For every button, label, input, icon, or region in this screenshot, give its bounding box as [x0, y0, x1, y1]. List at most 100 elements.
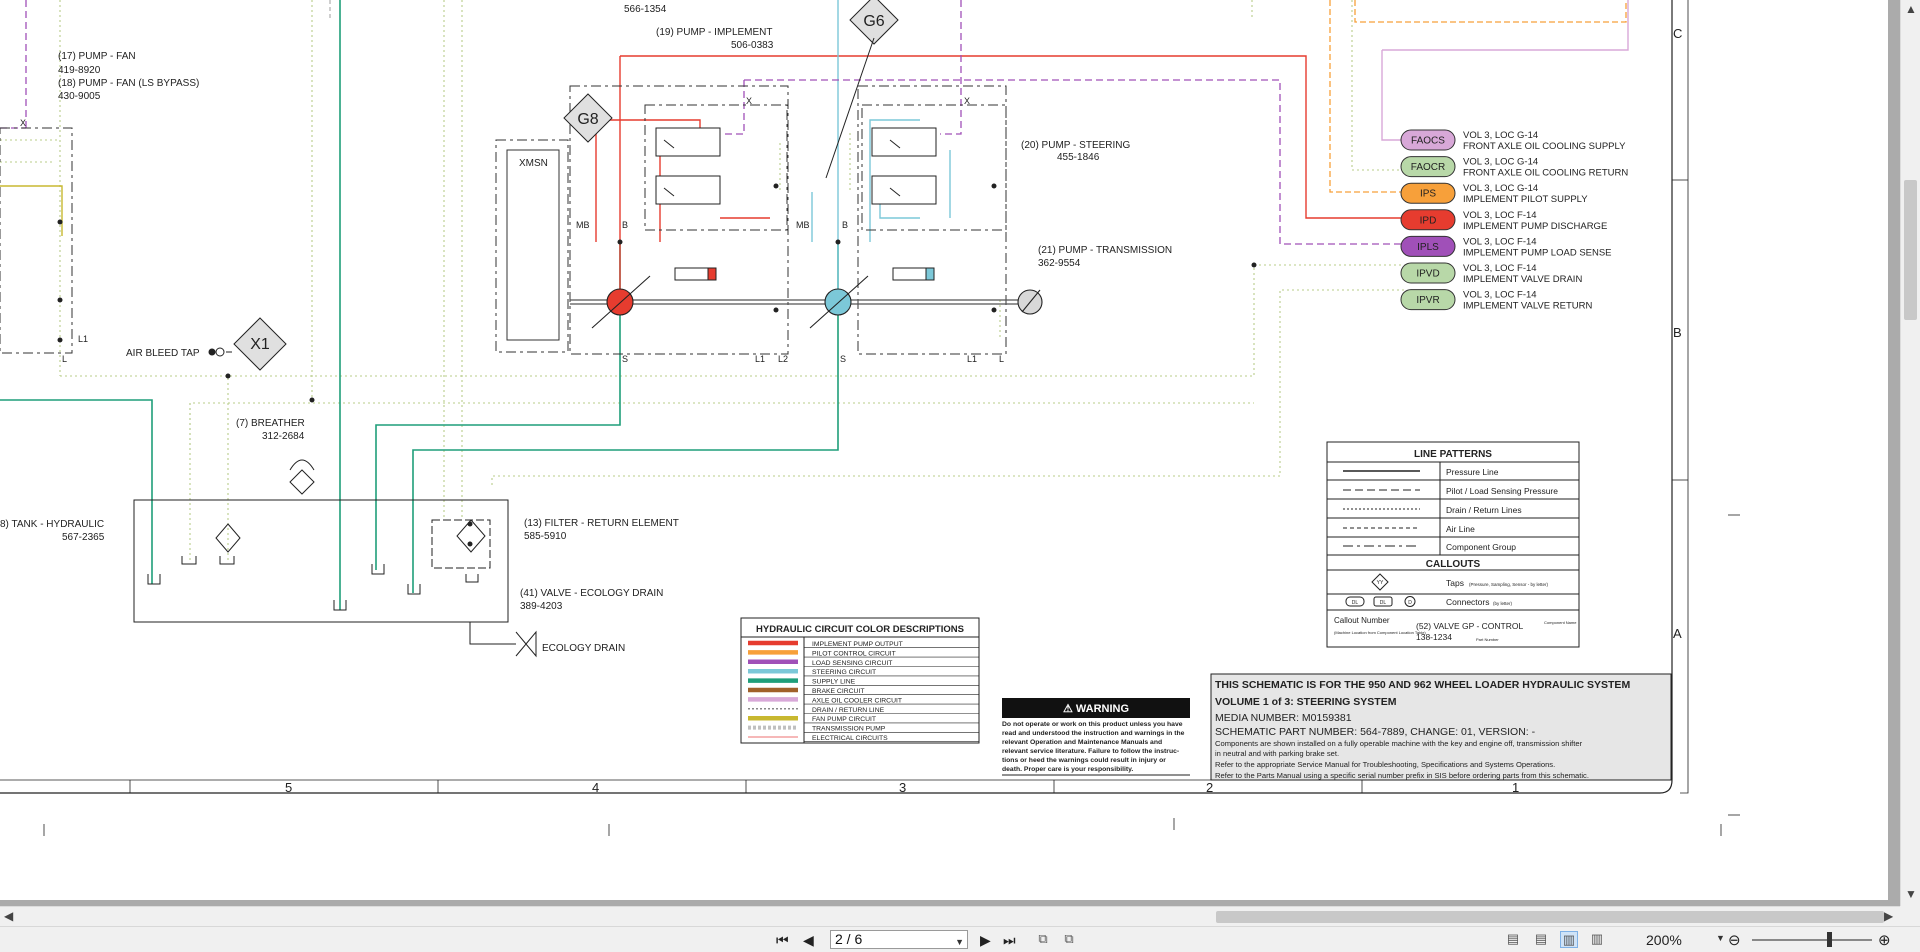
- label-ecology-drain: ECOLOGY DRAIN: [542, 643, 625, 654]
- zoom-in-icon[interactable]: ⊕: [1878, 931, 1891, 949]
- chevron-down-icon[interactable]: ▼: [1716, 933, 1725, 943]
- first-page-button[interactable]: ⏮: [776, 933, 789, 947]
- connector-location: VOL 3, LOC F-14: [1463, 263, 1537, 274]
- label-pump-steering: (20) PUMP - STEERING: [1021, 140, 1130, 151]
- color-desc-label: FAN PUMP CIRCUIT: [812, 716, 876, 723]
- connector-description: FRONT AXLE OIL COOLING RETURN: [1463, 168, 1628, 179]
- connector-list: FAOCS VOL 3, LOC G-14 FRONT AXLE OIL COOLI…: [1400, 129, 1628, 312]
- connector-description: IMPLEMENT VALVE RETURN: [1463, 301, 1592, 312]
- svg-text:Taps: Taps: [1446, 578, 1464, 588]
- callout-g8: G8: [577, 111, 598, 128]
- label-pump-fan-bypass: (18) PUMP - FAN (LS BYPASS): [58, 78, 199, 89]
- svg-text:Refer to the appropriate Servi: Refer to the appropriate Service Manual …: [1215, 760, 1555, 769]
- title-block: THIS SCHEMATIC IS FOR THE 950 AND 962 WH…: [1210, 673, 1672, 781]
- label-pump-fan-part: 419-8920: [58, 65, 101, 76]
- pump-shaft: [570, 299, 1030, 305]
- svg-text:B: B: [622, 220, 628, 230]
- vertical-scroll-thumb[interactable]: [1904, 180, 1917, 320]
- hydraulic-tank: [133, 459, 537, 658]
- color-desc-label: SUPPLY LINE: [812, 679, 856, 686]
- horizontal-scrollbar[interactable]: ◀ ▶: [0, 906, 1900, 926]
- valve-blocks: [655, 127, 937, 281]
- single-page-view-icon[interactable]: ▤: [1504, 931, 1522, 948]
- grid-col-4: 4: [592, 780, 599, 795]
- warning-box: ⚠ WARNING Do not operate or work on this…: [1002, 698, 1190, 776]
- svg-text:Part Number: Part Number: [1476, 637, 1499, 642]
- copy-icon[interactable]: ⧉: [1034, 931, 1052, 948]
- air-bleed-tap: [208, 347, 232, 357]
- color-descriptions-legend: HYDRAULIC CIRCUIT COLOR DESCRIPTIONS IMP…: [740, 617, 980, 744]
- connector-faocr: FAOCR VOL 3, LOC G-14FRONT AXLE OIL COOLI…: [1400, 156, 1628, 179]
- svg-text:L2: L2: [778, 354, 788, 364]
- title-line2: VOLUME 1 of 3: STEERING SYSTEM: [1215, 696, 1397, 708]
- svg-text:CALLOUTS: CALLOUTS: [1426, 559, 1481, 570]
- svg-text:L: L: [999, 354, 1004, 364]
- svg-text:Pressure Line: Pressure Line: [1446, 467, 1499, 477]
- label-pump-fan: (17) PUMP - FAN: [58, 51, 136, 62]
- connector-description: IMPLEMENT PILOT SUPPLY: [1463, 194, 1588, 205]
- connector-location: VOL 3, LOC F-14: [1463, 290, 1537, 301]
- svg-text:Component Group: Component Group: [1446, 542, 1516, 552]
- svg-text:Do not operate or work on this: Do not operate or work on this product u…: [1002, 721, 1183, 728]
- line-patterns-legend: LINE PATTERNS Pressure Line Pilot / Load…: [1326, 441, 1580, 648]
- pumps: [591, 275, 1043, 329]
- last-page-button[interactable]: ⏭: [1003, 933, 1016, 947]
- color-desc-label: LOAD SENSING CIRCUIT: [812, 660, 892, 667]
- previous-page-button[interactable]: ◀: [803, 933, 814, 947]
- junction-dots: [57, 183, 1257, 547]
- grid-row-c: C: [1673, 26, 1682, 41]
- next-page-button[interactable]: ▶: [980, 933, 991, 947]
- continuous-facing-view-icon[interactable]: ▥: [1588, 931, 1606, 948]
- scroll-left-icon[interactable]: ◀: [4, 910, 13, 922]
- connector-description: IMPLEMENT PUMP LOAD SENSE: [1463, 247, 1612, 258]
- svg-text:X: X: [964, 96, 970, 106]
- facing-view-icon[interactable]: ▥: [1560, 931, 1578, 948]
- color-desc-label: PILOT CONTROL CIRCUIT: [812, 650, 896, 657]
- connector-ipvd: IPVD VOL 3, LOC F-14IMPLEMENT VALVE DRAIN: [1400, 262, 1582, 285]
- grid-col-5: 5: [285, 780, 292, 795]
- connector-location: VOL 3, LOC F-14: [1463, 236, 1537, 247]
- vertical-scrollbar[interactable]: ▲ ▼: [1900, 0, 1920, 906]
- connector-ipd: IPD VOL 3, LOC F-14IMPLEMENT PUMP DISCHAR…: [1400, 209, 1607, 232]
- chevron-down-icon[interactable]: ▼: [955, 934, 964, 951]
- top-part-number: 566-1354: [624, 4, 667, 15]
- zoom-slider-track[interactable]: [1752, 939, 1872, 941]
- svg-text:relevant Operation and Mainten: relevant Operation and Maintenance Manua…: [1002, 739, 1162, 746]
- grid-col-1: 1: [1512, 780, 1519, 795]
- scroll-right-icon[interactable]: ▶: [1884, 910, 1893, 922]
- svg-text:(Machine Location from Compone: (Machine Location from Component Locatio…: [1334, 630, 1426, 635]
- connector-location: VOL 3, LOC G-14: [1463, 130, 1538, 141]
- connector-ipls: IPLS VOL 3, LOC F-14IMPLEMENT PUMP LOAD S…: [1400, 235, 1612, 258]
- page-indicator: 2 / 6: [835, 931, 863, 947]
- scroll-down-icon[interactable]: ▼: [1905, 888, 1917, 900]
- document-viewport[interactable]: 5 4 3 2 1 C B A XMSN G8 G6 X1 566-1354 (…: [0, 0, 1900, 906]
- connector-faocs: FAOCS VOL 3, LOC G-14FRONT AXLE OIL COOLI…: [1400, 129, 1626, 152]
- color-desc-label: IMPLEMENT PUMP OUTPUT: [812, 641, 903, 648]
- title-media: MEDIA NUMBER: M0159381: [1215, 712, 1352, 724]
- label-filter: (13) FILTER - RETURN ELEMENT: [524, 518, 679, 529]
- port-labels: X X X MB B MB B S S L L1 L1 L2 L1 L: [20, 96, 1004, 364]
- color-desc-label: DRAIN / RETURN LINE: [812, 707, 885, 714]
- viewer-toolbar: ⏮ ◀ 2 / 6 ▼ ▶ ⏭ ⧉ ⧉ ▤ ▤ ▥ ▥ 200% ▼ ⊖ ⊕: [0, 926, 1920, 952]
- connector-code: IPD: [1420, 215, 1437, 226]
- horizontal-scroll-thumb[interactable]: [1216, 911, 1884, 923]
- svg-text:X: X: [746, 96, 752, 106]
- zoom-level[interactable]: 200%: [1646, 932, 1682, 948]
- paste-icon[interactable]: ⧉: [1060, 931, 1078, 948]
- callout-g6: G6: [863, 13, 884, 30]
- scroll-up-icon[interactable]: ▲: [1905, 3, 1917, 15]
- svg-text:S: S: [840, 354, 846, 364]
- zoom-out-icon[interactable]: ⊖: [1728, 931, 1741, 949]
- color-desc-label: STEERING CIRCUIT: [812, 669, 876, 676]
- svg-text:MB: MB: [796, 220, 810, 230]
- axle-cooler-lines: [1381, 0, 1629, 141]
- label-filter-part: 585-5910: [524, 531, 567, 542]
- continuous-view-icon[interactable]: ▤: [1532, 931, 1550, 948]
- title-part-number: SCHEMATIC PART NUMBER: 564-7889, CHANGE:…: [1215, 726, 1536, 738]
- connector-location: VOL 3, LOC F-14: [1463, 210, 1537, 221]
- zoom-slider-thumb[interactable]: [1827, 932, 1832, 947]
- label-pump-implement: (19) PUMP - IMPLEMENT: [656, 27, 773, 38]
- page-number-input[interactable]: 2 / 6 ▼: [830, 930, 968, 949]
- connector-code: FAOCS: [1411, 136, 1445, 147]
- svg-text:Drain / Return Lines: Drain / Return Lines: [1446, 505, 1522, 515]
